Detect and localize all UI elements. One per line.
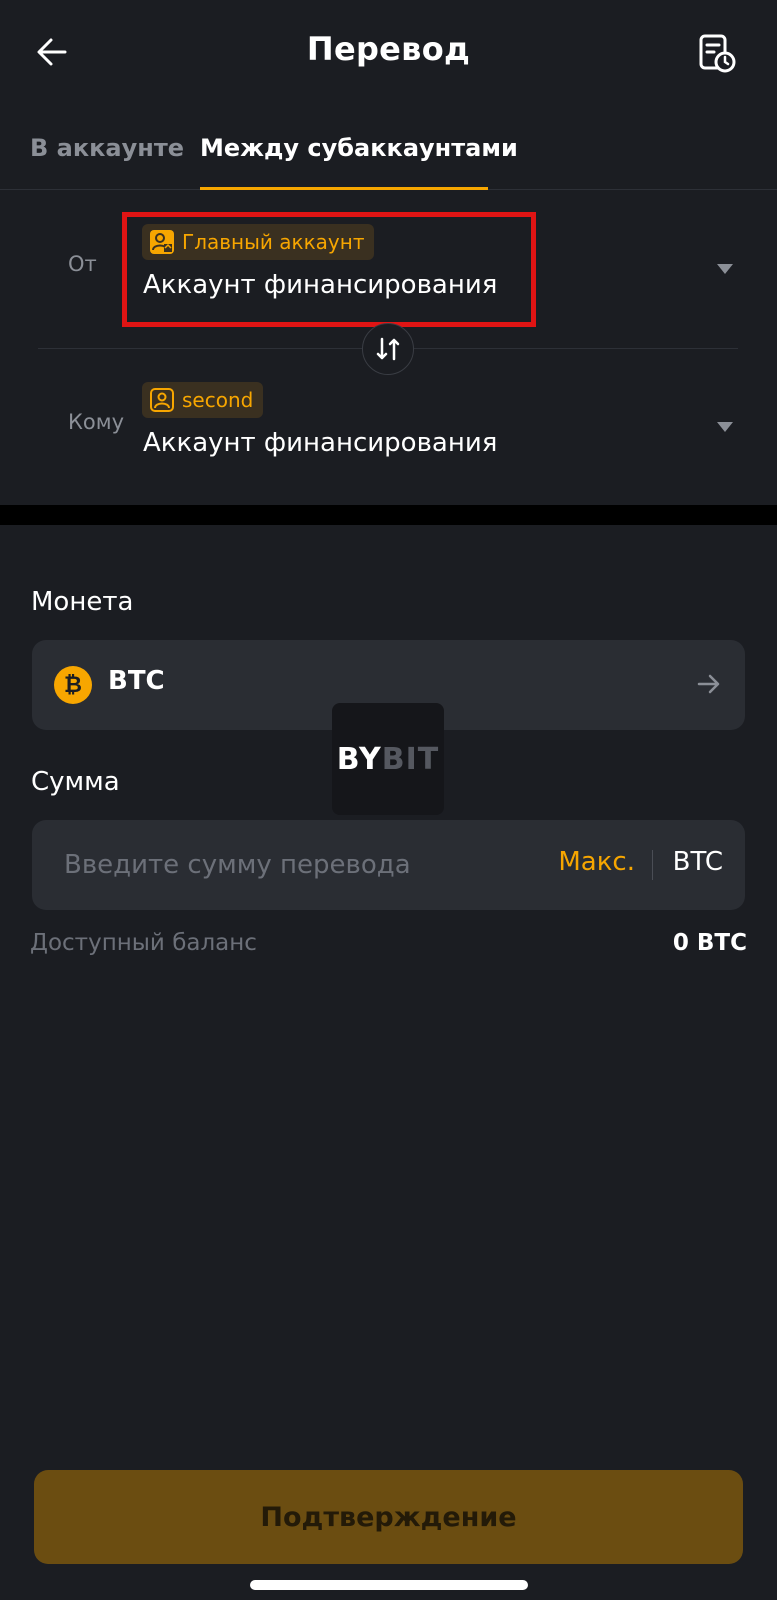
arrow-right-icon	[697, 674, 720, 694]
unit-divider	[652, 850, 653, 880]
tab-in-account[interactable]: В аккаунте	[30, 130, 184, 190]
swap-accounts-button[interactable]	[362, 323, 414, 375]
max-button[interactable]: Макс.	[558, 847, 635, 877]
from-dropdown-caret-icon[interactable]	[717, 264, 733, 274]
btc-coin-icon: ₿	[54, 666, 92, 704]
amount-label: Сумма	[31, 767, 120, 797]
watermark-bit: BIT	[381, 741, 440, 777]
to-account-select[interactable]: Аккаунт финансирования	[143, 428, 497, 458]
available-balance-label: Доступный баланс	[30, 930, 257, 956]
available-balance-value: 0 BTC	[672, 930, 747, 956]
swap-icon	[376, 337, 400, 361]
confirm-button[interactable]: Подтверждение	[34, 1470, 743, 1564]
page-title: Перевод	[306, 30, 471, 68]
section-separator	[0, 505, 777, 525]
selected-coin: BTC	[108, 666, 165, 696]
home-indicator	[250, 1580, 528, 1590]
amount-unit: BTC	[672, 847, 723, 877]
history-button[interactable]	[693, 30, 739, 76]
watermark-by: BY	[336, 741, 382, 777]
coin-label: Монета	[31, 587, 134, 617]
transfer-screen: Перевод В аккаунте Между субаккаунтами О…	[0, 0, 777, 1600]
to-badge: second	[142, 382, 264, 418]
tab-between-subaccounts[interactable]: Между субаккаунтами	[200, 130, 518, 190]
transfer-tabs: В аккаунте Между субаккаунтами	[0, 120, 777, 190]
subaccount-icon	[150, 388, 174, 412]
to-dropdown-caret-icon[interactable]	[717, 422, 733, 432]
amount-field: Макс. BTC	[32, 820, 745, 910]
to-label: Кому	[68, 410, 125, 434]
bybit-watermark: BY BIT	[332, 703, 444, 815]
history-icon	[699, 34, 736, 73]
amount-input[interactable]	[62, 840, 532, 890]
highlight-box	[122, 212, 536, 327]
header: Перевод	[0, 0, 777, 110]
to-badge-label: second	[182, 388, 254, 412]
from-label: От	[68, 252, 97, 276]
